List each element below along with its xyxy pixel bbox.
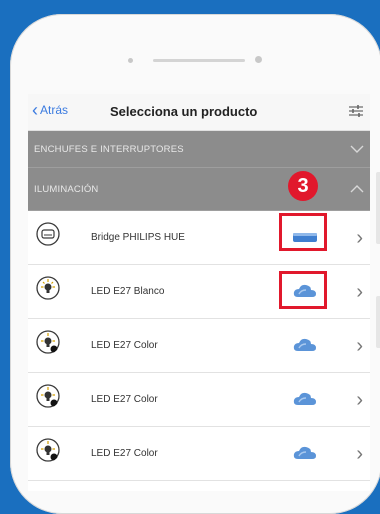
volume-button bbox=[376, 172, 380, 244]
chevron-left-icon: ‹ bbox=[32, 100, 38, 120]
cloud-icon bbox=[293, 446, 316, 459]
power-button bbox=[376, 296, 380, 348]
bulb-color-icon bbox=[36, 438, 60, 462]
chevron-down-icon bbox=[350, 145, 364, 153]
chevron-right-icon: › bbox=[356, 388, 363, 411]
navigation-bar: ‹ Atrás Selecciona un producto bbox=[28, 94, 370, 131]
product-label: Bridge PHILIPS HUE bbox=[91, 232, 185, 243]
bulb-icon bbox=[36, 276, 60, 300]
product-label: LED E27 Blanco bbox=[91, 286, 165, 297]
section-label: ENCHUFES E INTERRUPTORES bbox=[34, 143, 184, 155]
filter-icon[interactable] bbox=[348, 104, 364, 118]
section-header-iluminacion[interactable]: ILUMINACIÓN bbox=[28, 168, 370, 211]
product-row-led-color[interactable]: LED E27 Color › bbox=[28, 427, 370, 481]
proximity-sensor bbox=[255, 56, 262, 63]
product-row-led-color[interactable]: LED E27 Color › bbox=[28, 319, 370, 373]
bridge-icon bbox=[36, 222, 60, 246]
product-label: LED E27 Color bbox=[91, 448, 158, 459]
chevron-right-icon: › bbox=[356, 334, 363, 357]
chevron-right-icon: › bbox=[356, 226, 363, 249]
product-label: LED E27 Color bbox=[91, 394, 158, 405]
list-item-partial bbox=[28, 481, 370, 491]
highlight-box-bridge-status bbox=[279, 213, 327, 251]
chevron-right-icon: › bbox=[356, 442, 363, 465]
bulb-color-icon bbox=[36, 384, 60, 408]
bulb-color-icon bbox=[36, 330, 60, 354]
highlight-box-cloud-status bbox=[279, 271, 327, 309]
product-row-led-color[interactable]: LED E27 Color › bbox=[28, 373, 370, 427]
front-camera bbox=[128, 58, 133, 63]
section-header-enchufes[interactable]: ENCHUFES E INTERRUPTORES bbox=[28, 131, 370, 168]
back-label: Atrás bbox=[40, 103, 69, 117]
back-button[interactable]: ‹ Atrás bbox=[32, 100, 69, 120]
page-title: Selecciona un producto bbox=[110, 104, 258, 119]
section-label: ILUMINACIÓN bbox=[34, 183, 99, 195]
speaker-grille bbox=[153, 59, 245, 62]
product-label: LED E27 Color bbox=[91, 340, 158, 351]
cloud-icon bbox=[293, 392, 316, 405]
cloud-icon bbox=[293, 338, 316, 351]
chevron-right-icon: › bbox=[356, 280, 363, 303]
chevron-up-icon bbox=[350, 185, 364, 193]
step-number-badge: 3 bbox=[288, 171, 318, 201]
